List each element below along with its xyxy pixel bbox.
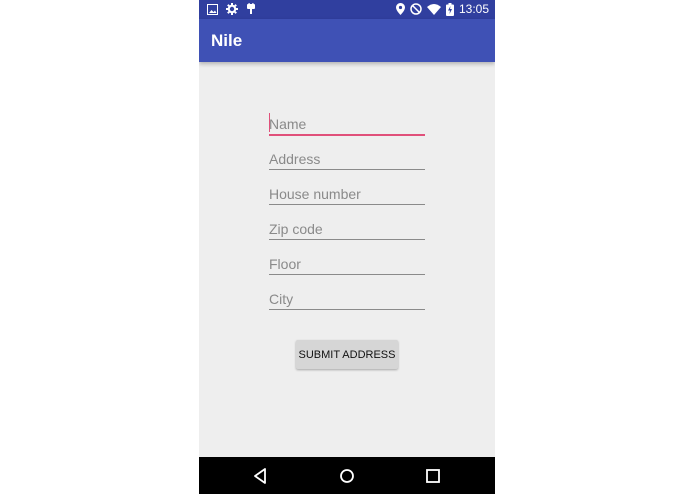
city-input[interactable] [269, 288, 425, 310]
app-title: Nile [211, 31, 243, 50]
city-field[interactable] [269, 279, 425, 314]
navigation-bar [199, 457, 495, 494]
house-number-field[interactable] [269, 174, 425, 209]
status-bar: 13:05 [199, 0, 495, 19]
app-bar: Nile [199, 19, 495, 62]
address-field[interactable] [269, 139, 425, 174]
usb-icon [246, 3, 256, 15]
settings-icon [226, 3, 238, 15]
house-number-input[interactable] [269, 183, 425, 205]
home-icon[interactable] [337, 466, 357, 486]
image-icon [207, 3, 218, 15]
recents-icon[interactable] [423, 466, 443, 486]
back-icon[interactable] [251, 466, 271, 486]
text-caret [269, 113, 270, 132]
floor-input[interactable] [269, 253, 425, 275]
phone-screen: 13:05 Nile SUBMIT ADDRESS [199, 0, 495, 494]
status-time: 13:05 [458, 2, 489, 16]
do-not-disturb-icon [410, 3, 422, 15]
zip-code-input[interactable] [269, 218, 425, 240]
name-field[interactable] [269, 104, 425, 139]
address-input[interactable] [269, 148, 425, 170]
zip-code-field[interactable] [269, 209, 425, 244]
battery-charging-icon [445, 2, 454, 16]
submit-address-button[interactable]: SUBMIT ADDRESS [296, 340, 398, 369]
address-form [269, 104, 425, 314]
name-input[interactable] [269, 113, 425, 136]
status-left-icons [207, 3, 256, 15]
wifi-icon [426, 3, 441, 15]
floor-field[interactable] [269, 244, 425, 279]
location-icon [395, 3, 405, 15]
status-right-icons: 13:05 [395, 2, 489, 16]
